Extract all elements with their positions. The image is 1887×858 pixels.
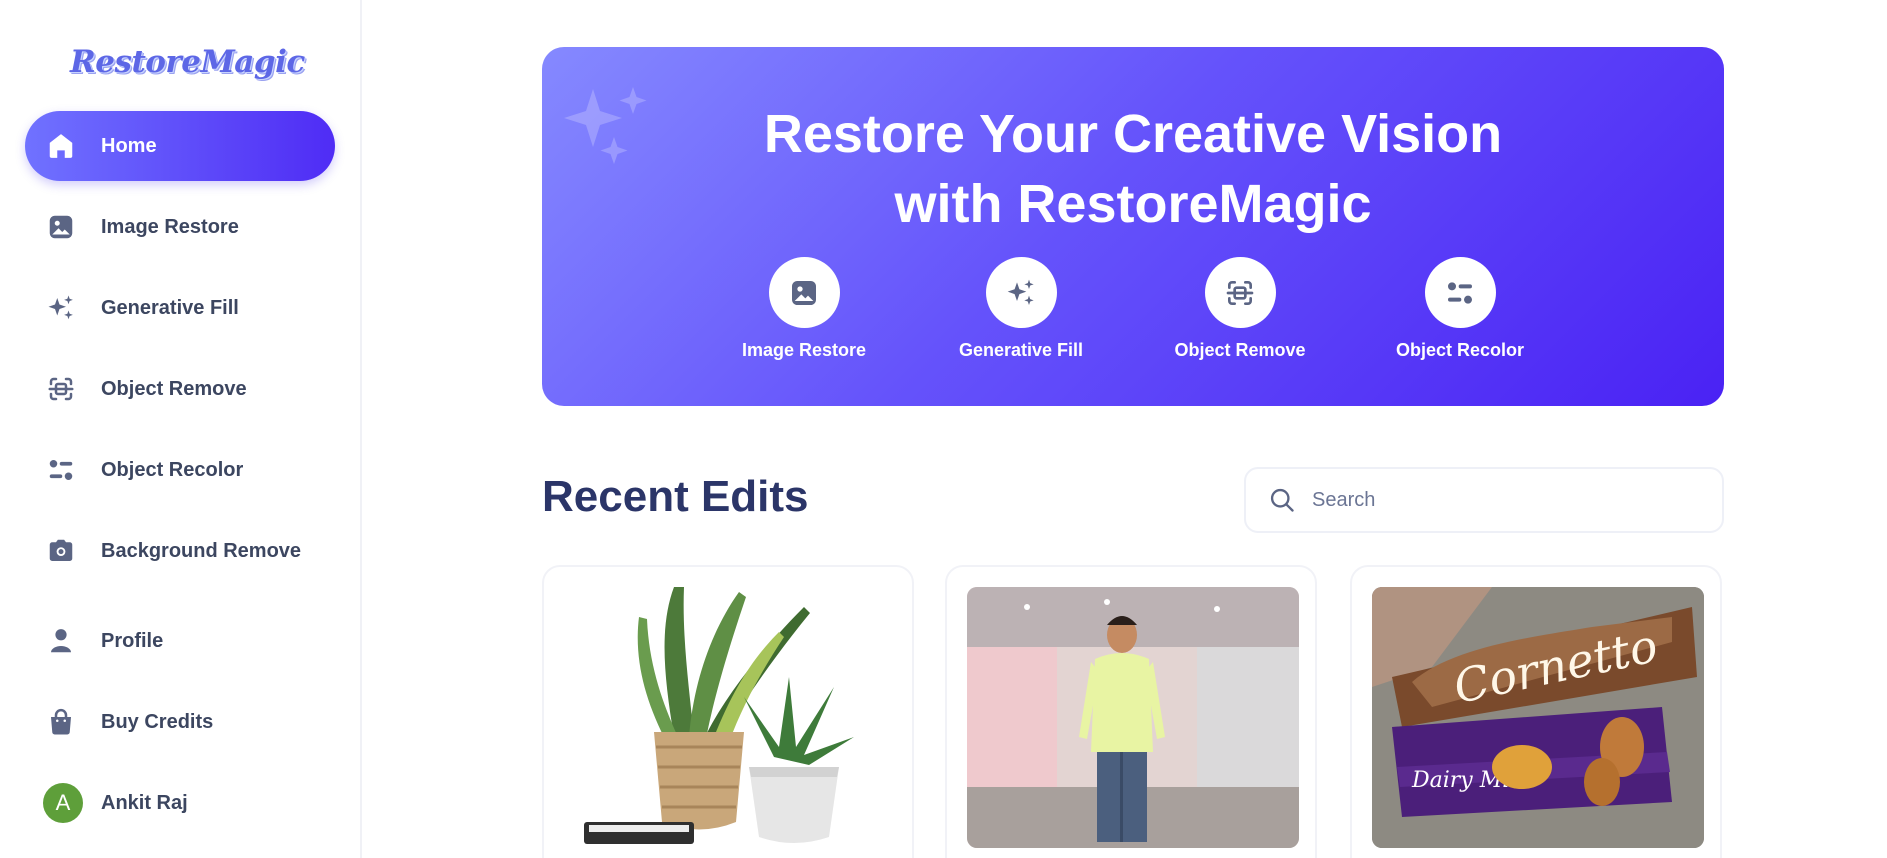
edit-thumbnail[interactable]	[967, 587, 1299, 848]
chocolate-image: Cornetto Dairy Milk	[1372, 587, 1704, 848]
sidebar-item-object-recolor[interactable]: Object Recolor	[25, 435, 335, 505]
sidebar-item-buy-credits[interactable]: Buy Credits	[25, 687, 335, 757]
tool-generative-fill[interactable]: Generative Fill	[931, 257, 1111, 361]
recolor-icon	[1448, 281, 1472, 304]
tool-label: Object Recolor	[1395, 340, 1525, 360]
tool-icon-circle[interactable]	[1424, 257, 1496, 328]
recent-edit-card[interactable]: Cornetto Dairy Milk	[1350, 565, 1722, 858]
recent-edits-heading: Recent Edits	[542, 472, 809, 521]
scan-remove-icon	[1226, 280, 1254, 305]
sidebar-item-label: Object Remove	[101, 377, 247, 400]
sidebar-item-label: Buy Credits	[101, 710, 214, 733]
sidebar-item-label: Object Recolor	[101, 458, 244, 481]
sidebar-item-image-restore[interactable]: Image Restore	[25, 192, 335, 262]
tool-label: Image Restore	[741, 340, 867, 360]
home-icon	[45, 130, 77, 162]
sidebar: RestoreMagic Home Image Restore Generati…	[0, 0, 362, 858]
scan-remove-icon	[45, 373, 77, 405]
sidebar-item-label: Generative Fill	[101, 296, 239, 319]
tool-icon-circle[interactable]	[985, 257, 1057, 328]
user-name: Ankit Raj	[101, 791, 188, 814]
avatar: A	[43, 783, 83, 823]
sparkle-icon	[45, 292, 77, 324]
hero-banner: Restore Your Creative Vision with Restor…	[542, 47, 1724, 406]
user-profile[interactable]: A Ankit Raj	[25, 768, 335, 838]
sidebar-item-label: Profile	[101, 629, 164, 652]
sidebar-item-background-remove[interactable]: Background Remove	[25, 516, 335, 586]
hero-title: Restore Your Creative Vision with Restor…	[763, 104, 1503, 234]
tool-label: Generative Fill	[958, 340, 1084, 360]
search-box[interactable]	[1244, 467, 1724, 533]
edit-thumbnail[interactable]	[564, 587, 896, 848]
sidebar-item-label: Background Remove	[101, 539, 302, 562]
user-icon	[45, 625, 77, 657]
sparkle-icon	[1007, 279, 1034, 305]
sidebar-item-label: Home	[101, 134, 157, 157]
plant-image	[564, 587, 896, 848]
edit-thumbnail[interactable]: Cornetto Dairy Milk	[1372, 587, 1704, 848]
person-image	[967, 587, 1299, 848]
image-icon	[45, 211, 77, 243]
tool-object-remove[interactable]: Object Remove	[1150, 257, 1330, 361]
sidebar-item-object-remove[interactable]: Object Remove	[25, 354, 335, 424]
app-logo[interactable]: RestoreMagic	[70, 44, 305, 80]
sidebar-item-profile[interactable]: Profile	[25, 606, 335, 676]
sidebar-item-generative-fill[interactable]: Generative Fill	[25, 273, 335, 343]
sidebar-item-home[interactable]: Home	[25, 111, 335, 181]
search-input[interactable]	[1312, 488, 1692, 512]
tool-label: Object Remove	[1174, 340, 1306, 360]
shopping-bag-icon	[45, 706, 77, 738]
recolor-icon	[45, 454, 77, 486]
camera-icon	[45, 535, 77, 567]
tool-icon-circle[interactable]	[1204, 257, 1276, 328]
sidebar-item-label: Image Restore	[101, 215, 239, 238]
tool-image-restore[interactable]: Image Restore	[714, 257, 894, 361]
recent-edit-card[interactable]	[542, 565, 914, 858]
image-icon	[792, 280, 816, 305]
recent-edit-card[interactable]	[945, 565, 1317, 858]
search-icon	[1270, 488, 1294, 512]
tool-icon-circle[interactable]	[768, 257, 840, 328]
tool-object-recolor[interactable]: Object Recolor	[1370, 257, 1550, 361]
